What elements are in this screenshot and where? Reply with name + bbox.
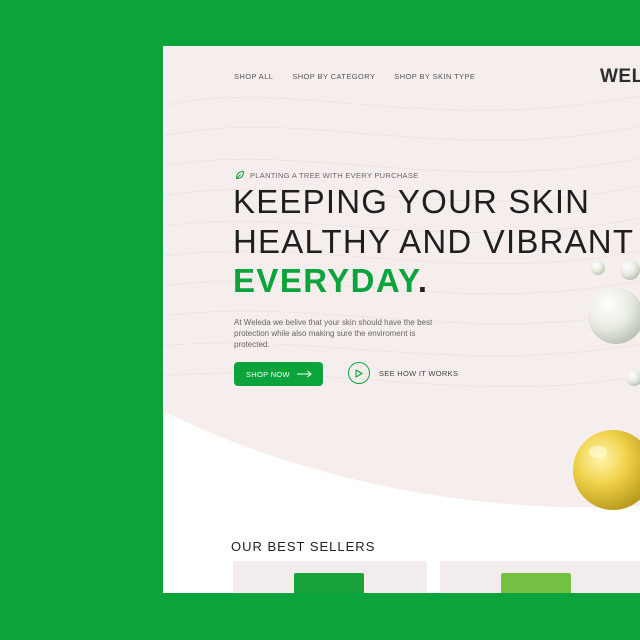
hero-description: At Weleda we belive that your skin shoul… — [234, 318, 433, 349]
arrow-right-icon — [297, 370, 312, 378]
headline-line-1: KEEPING YOUR SKIN — [233, 183, 591, 220]
play-icon — [355, 368, 363, 378]
tagline-text: PLANTING A TREE WITH EVERY PURCHASE — [250, 170, 419, 180]
product-card[interactable] — [440, 561, 640, 593]
nav-shop-by-skin-type[interactable]: SHOP BY SKIN TYPE — [394, 72, 475, 81]
headline-highlight: EVERYDAY — [233, 262, 418, 299]
best-sellers-title: OUR BEST SELLERS — [231, 539, 376, 554]
brand-logo[interactable]: WELE — [600, 66, 640, 88]
main-nav: SHOP ALL SHOP BY CATEGORY SHOP BY SKIN T… — [234, 72, 475, 81]
see-how-it-works-link[interactable]: SEE HOW IT WORKS — [348, 362, 458, 384]
nav-shop-by-category[interactable]: SHOP BY CATEGORY — [292, 72, 375, 81]
shop-now-label: SHOP NOW — [246, 369, 290, 379]
headline-line-3: EVERYDAY. — [233, 264, 428, 297]
product-image — [294, 573, 364, 593]
oil-drop-image — [573, 430, 640, 510]
play-button[interactable] — [348, 362, 370, 384]
shop-now-button[interactable]: SHOP NOW — [234, 362, 323, 386]
leaf-icon — [235, 170, 245, 180]
browser-viewport: SHOP ALL SHOP BY CATEGORY SHOP BY SKIN T… — [163, 46, 640, 593]
product-card[interactable] — [233, 561, 427, 593]
nav-shop-all[interactable]: SHOP ALL — [234, 72, 273, 81]
see-how-it-works-label: SEE HOW IT WORKS — [379, 368, 459, 378]
product-image — [501, 573, 571, 593]
headline-dot: . — [417, 262, 429, 299]
tagline: PLANTING A TREE WITH EVERY PURCHASE — [235, 170, 418, 180]
cream-drops-image — [588, 260, 640, 386]
